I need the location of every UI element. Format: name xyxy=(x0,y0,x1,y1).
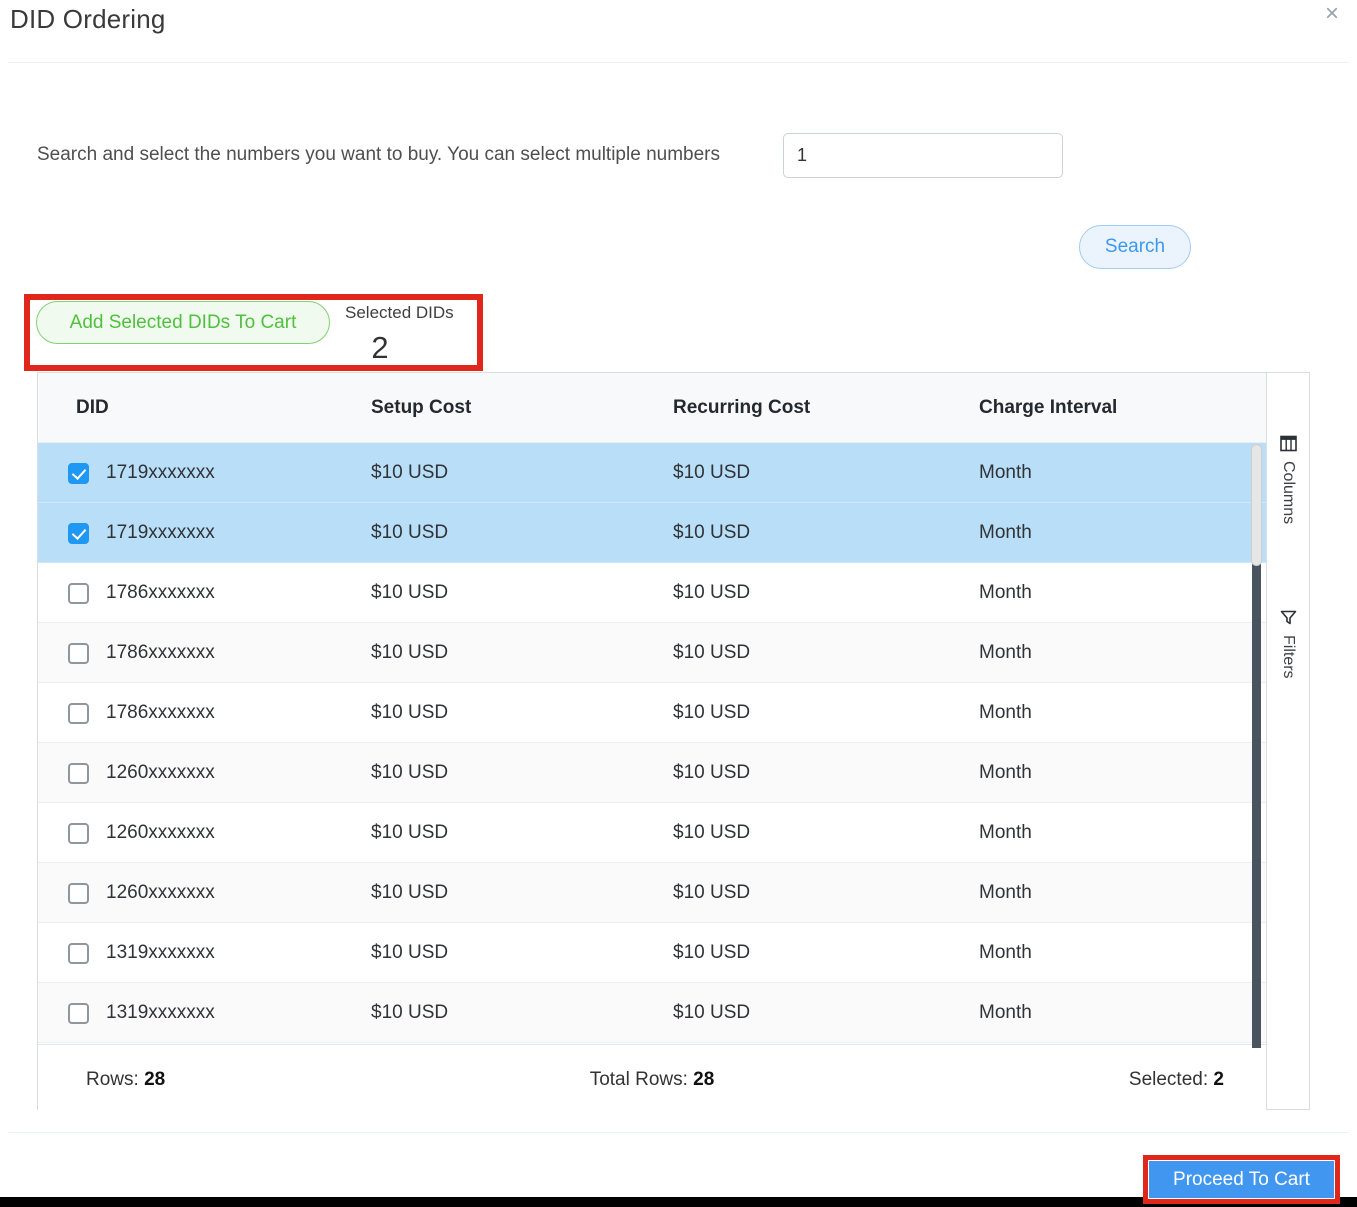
row-checkbox[interactable] xyxy=(68,463,89,484)
table-row[interactable]: 1260xxxxxxx $10 USD $10 USD Month xyxy=(38,743,1266,803)
filters-label: Filters xyxy=(1279,635,1297,679)
selected-dids-label: Selected DIDs xyxy=(345,303,454,323)
cell-setup-cost: $10 USD xyxy=(371,863,448,923)
vertical-scrollbar[interactable] xyxy=(1251,444,1262,1048)
cell-did: 1719xxxxxxx xyxy=(106,443,215,503)
table-row[interactable]: 1260xxxxxxx $10 USD $10 USD Month xyxy=(38,863,1266,923)
selected-dids-count: 2 xyxy=(340,330,420,366)
cell-recurring-cost: $10 USD xyxy=(673,443,750,503)
cell-setup-cost: $10 USD xyxy=(371,803,448,863)
cell-setup-cost: $10 USD xyxy=(371,683,448,743)
row-checkbox[interactable] xyxy=(68,763,89,784)
columns-label: Columns xyxy=(1279,461,1297,524)
cell-setup-cost: $10 USD xyxy=(371,563,448,623)
table-header: DID Setup Cost Recurring Cost Charge Int… xyxy=(38,373,1266,443)
cell-recurring-cost: $10 USD xyxy=(673,623,750,683)
cell-charge-interval: Month xyxy=(979,863,1032,923)
cell-setup-cost: $10 USD xyxy=(371,443,448,503)
table-row[interactable]: 1319xxxxxxx $10 USD $10 USD Month xyxy=(38,983,1266,1043)
cell-recurring-cost: $10 USD xyxy=(673,683,750,743)
table-row[interactable]: 1786xxxxxxx $10 USD $10 USD Month xyxy=(38,623,1266,683)
cell-recurring-cost: $10 USD xyxy=(673,923,750,983)
total-rows-count: Total Rows: 28 xyxy=(38,1069,1266,1091)
cell-did: 1719xxxxxxx xyxy=(106,503,215,563)
column-header-charge-interval: Charge Interval xyxy=(979,373,1117,443)
cell-charge-interval: Month xyxy=(979,443,1032,503)
cell-charge-interval: Month xyxy=(979,563,1032,623)
selected-count: Selected: 2 xyxy=(1129,1069,1224,1091)
table-row[interactable]: 1319xxxxxxx $10 USD $10 USD Month xyxy=(38,923,1266,983)
cell-charge-interval: Month xyxy=(979,683,1032,743)
columns-icon xyxy=(1280,435,1297,452)
row-checkbox[interactable] xyxy=(68,703,89,724)
scrollbar-track xyxy=(1252,564,1261,1048)
row-checkbox[interactable] xyxy=(68,523,89,544)
table-body: 1719xxxxxxx $10 USD $10 USD Month 1719xx… xyxy=(38,443,1266,1043)
table-footer: Rows: 28 Total Rows: 28 Selected: 2 xyxy=(38,1044,1266,1110)
cell-setup-cost: $10 USD xyxy=(371,503,448,563)
table-row[interactable]: 1719xxxxxxx $10 USD $10 USD Month xyxy=(38,443,1266,503)
scrollbar-thumb[interactable] xyxy=(1251,444,1262,566)
cell-setup-cost: $10 USD xyxy=(371,623,448,683)
table-row[interactable]: 1786xxxxxxx $10 USD $10 USD Month xyxy=(38,683,1266,743)
row-checkbox[interactable] xyxy=(68,943,89,964)
cell-did: 1319xxxxxxx xyxy=(106,923,215,983)
cell-charge-interval: Month xyxy=(979,623,1032,683)
cell-charge-interval: Month xyxy=(979,503,1032,563)
row-checkbox[interactable] xyxy=(68,823,89,844)
cell-recurring-cost: $10 USD xyxy=(673,563,750,623)
cell-did: 1260xxxxxxx xyxy=(106,863,215,923)
column-header-setup-cost: Setup Cost xyxy=(371,373,471,443)
cell-charge-interval: Month xyxy=(979,923,1032,983)
cell-did: 1786xxxxxxx xyxy=(106,563,215,623)
quantity-input[interactable] xyxy=(783,133,1063,178)
filters-panel-button[interactable]: Filters xyxy=(1267,609,1309,679)
cell-charge-interval: Month xyxy=(979,743,1032,803)
cell-setup-cost: $10 USD xyxy=(371,983,448,1043)
search-button[interactable]: Search xyxy=(1079,225,1191,269)
table-row[interactable]: 1786xxxxxxx $10 USD $10 USD Month xyxy=(38,563,1266,623)
cell-recurring-cost: $10 USD xyxy=(673,803,750,863)
cell-recurring-cost: $10 USD xyxy=(673,503,750,563)
row-checkbox[interactable] xyxy=(68,883,89,904)
column-header-recurring-cost: Recurring Cost xyxy=(673,373,810,443)
cell-charge-interval: Month xyxy=(979,983,1032,1043)
cell-did: 1786xxxxxxx xyxy=(106,683,215,743)
did-table: DID Setup Cost Recurring Cost Charge Int… xyxy=(37,372,1310,1110)
row-checkbox[interactable] xyxy=(68,1003,89,1024)
cell-did: 1260xxxxxxx xyxy=(106,743,215,803)
column-header-did: DID xyxy=(76,373,109,443)
table-row[interactable]: 1719xxxxxxx $10 USD $10 USD Month xyxy=(38,503,1266,563)
table-side-panel: Columns Filters xyxy=(1266,373,1309,1109)
header-divider xyxy=(8,62,1349,63)
cell-did: 1786xxxxxxx xyxy=(106,623,215,683)
filters-icon xyxy=(1280,609,1297,626)
row-checkbox[interactable] xyxy=(68,643,89,664)
highlight-box-proceed: Proceed To Cart xyxy=(1143,1155,1340,1204)
cell-did: 1260xxxxxxx xyxy=(106,803,215,863)
cell-did: 1319xxxxxxx xyxy=(106,983,215,1043)
row-checkbox[interactable] xyxy=(68,583,89,604)
cell-recurring-cost: $10 USD xyxy=(673,743,750,803)
table-row[interactable]: 1260xxxxxxx $10 USD $10 USD Month xyxy=(38,803,1266,863)
cell-recurring-cost: $10 USD xyxy=(673,863,750,923)
page-title: DID Ordering xyxy=(10,4,166,35)
cell-charge-interval: Month xyxy=(979,803,1032,863)
columns-panel-button[interactable]: Columns xyxy=(1267,435,1309,524)
close-icon[interactable]: × xyxy=(1325,0,1339,28)
proceed-to-cart-button[interactable]: Proceed To Cart xyxy=(1149,1161,1334,1198)
cell-setup-cost: $10 USD xyxy=(371,743,448,803)
cell-recurring-cost: $10 USD xyxy=(673,983,750,1043)
add-selected-dids-button[interactable]: Add Selected DIDs To Cart xyxy=(36,301,330,344)
bottom-divider xyxy=(8,1132,1349,1133)
search-instruction: Search and select the numbers you want t… xyxy=(37,144,720,166)
cell-setup-cost: $10 USD xyxy=(371,923,448,983)
